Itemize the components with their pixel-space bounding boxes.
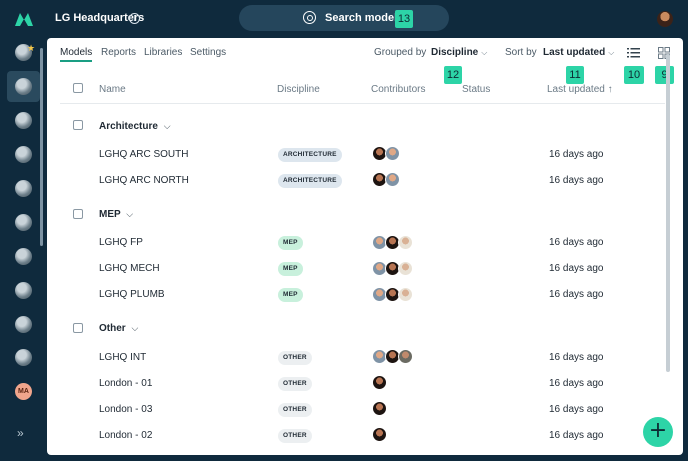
- chevron-down-icon: ⌵: [481, 48, 488, 57]
- model-name[interactable]: London - 03: [99, 404, 152, 415]
- contributor-avatar: [398, 235, 413, 250]
- header-divider: [60, 103, 665, 104]
- grouped-by-badge: 12: [444, 66, 462, 84]
- search-models-label: Search models: [325, 12, 404, 24]
- chevron-down-icon: ⌵: [163, 121, 171, 131]
- contributor-avatar: [385, 146, 400, 161]
- grid-view-badge: 9: [655, 66, 674, 84]
- discipline-tag: ARCHITECTURE: [278, 174, 342, 188]
- group-header-mep[interactable]: MEP ⌵: [99, 209, 133, 220]
- last-updated: 16 days ago: [549, 237, 604, 248]
- column-contributors[interactable]: Contributors: [371, 84, 425, 95]
- top-bar: LG Headquarters i Search models 13: [0, 0, 688, 38]
- discipline-tag: MEP: [278, 236, 303, 250]
- chevron-down-icon: ⌵: [126, 209, 134, 219]
- tab-reports[interactable]: Reports: [101, 47, 136, 58]
- model-name[interactable]: LGHQ MECH: [99, 263, 160, 274]
- discipline-tag: MEP: [278, 262, 303, 276]
- tab-settings[interactable]: Settings: [190, 47, 226, 58]
- contributor-avatar: [398, 287, 413, 302]
- last-updated: 16 days ago: [549, 430, 604, 441]
- rail-project-6[interactable]: [15, 214, 32, 231]
- group-title: Architecture: [99, 121, 158, 132]
- list-view-badge: 10: [624, 66, 644, 84]
- column-last-updated-label: Last updated: [547, 84, 605, 95]
- expand-rail-icon[interactable]: »: [17, 426, 24, 440]
- rail-project-8[interactable]: [15, 282, 32, 299]
- model-name[interactable]: LGHQ PLUMB: [99, 289, 165, 300]
- tab-libraries[interactable]: Libraries: [144, 47, 182, 58]
- user-initials-avatar[interactable]: MA: [15, 383, 32, 400]
- favorite-star-icon: ★: [27, 43, 36, 53]
- rail-scrollbar[interactable]: [40, 48, 43, 246]
- search-models-button[interactable]: Search models: [239, 5, 449, 31]
- column-last-updated[interactable]: Last updated ↑: [547, 84, 613, 95]
- search-icon: [303, 11, 316, 24]
- contributor-avatar: [398, 261, 413, 276]
- contributor-avatar: [372, 375, 387, 390]
- sort-ascending-icon: ↑: [607, 84, 613, 95]
- grouped-by-label: Grouped by: [374, 47, 427, 58]
- group-checkbox-mep[interactable]: [73, 209, 83, 219]
- group-header-other[interactable]: Other ⌵: [99, 323, 138, 334]
- rail-project-9[interactable]: [15, 316, 32, 333]
- chevron-down-icon: ⌵: [608, 48, 615, 57]
- last-updated: 16 days ago: [549, 263, 604, 274]
- column-status[interactable]: Status: [462, 84, 490, 95]
- discipline-tag: OTHER: [278, 403, 312, 417]
- last-updated: 16 days ago: [549, 175, 604, 186]
- project-rail: ★ MA »: [0, 38, 47, 461]
- rail-project-2[interactable]: [15, 78, 32, 95]
- rail-project-5[interactable]: [15, 180, 32, 197]
- list-view-icon[interactable]: [627, 48, 640, 58]
- chevron-down-icon: ⌵: [131, 323, 139, 333]
- contributor-avatar: [372, 427, 387, 442]
- discipline-tag: OTHER: [278, 351, 312, 365]
- group-title: Other: [99, 323, 126, 334]
- model-name[interactable]: London - 02: [99, 430, 152, 441]
- search-badge: 13: [395, 10, 413, 28]
- group-header-architecture[interactable]: Architecture ⌵: [99, 121, 171, 132]
- contributor-avatar: [385, 172, 400, 187]
- model-name[interactable]: LGHQ FP: [99, 237, 143, 248]
- grouped-by-value: Discipline: [431, 47, 479, 58]
- sort-by-value: Last updated: [543, 47, 606, 58]
- rail-project-10[interactable]: [15, 349, 32, 366]
- grouped-by-dropdown[interactable]: Discipline ⌵: [431, 47, 487, 58]
- discipline-tag: OTHER: [278, 429, 312, 443]
- sort-by-dropdown[interactable]: Last updated ⌵: [543, 47, 614, 58]
- sort-by-badge: 11: [566, 66, 584, 84]
- group-checkbox-architecture[interactable]: [73, 120, 83, 130]
- column-discipline[interactable]: Discipline: [277, 84, 320, 95]
- model-name[interactable]: London - 01: [99, 378, 152, 389]
- add-model-button[interactable]: +: [643, 417, 673, 447]
- group-checkbox-other[interactable]: [73, 323, 83, 333]
- group-title: MEP: [99, 209, 121, 220]
- discipline-tag: OTHER: [278, 377, 312, 391]
- last-updated: 16 days ago: [549, 352, 604, 363]
- last-updated: 16 days ago: [549, 289, 604, 300]
- last-updated: 16 days ago: [549, 378, 604, 389]
- model-name[interactable]: LGHQ INT: [99, 352, 146, 363]
- user-avatar[interactable]: [657, 11, 673, 27]
- models-panel: Models Reports Libraries Settings Groupe…: [47, 38, 683, 455]
- last-updated: 16 days ago: [549, 149, 604, 160]
- select-all-checkbox[interactable]: [73, 83, 83, 93]
- info-icon[interactable]: i: [129, 13, 140, 24]
- discipline-tag: MEP: [278, 288, 303, 302]
- discipline-tag: ARCHITECTURE: [278, 148, 342, 162]
- app-logo-icon[interactable]: [14, 10, 34, 28]
- rail-project-4[interactable]: [15, 146, 32, 163]
- rail-project-3[interactable]: [15, 112, 32, 129]
- contributor-avatar: [372, 401, 387, 416]
- sort-by-label: Sort by: [505, 47, 537, 58]
- column-name[interactable]: Name: [99, 84, 126, 95]
- rail-project-7[interactable]: [15, 248, 32, 265]
- contributor-avatar: [398, 349, 413, 364]
- list-scrollbar[interactable]: [666, 54, 670, 372]
- last-updated: 16 days ago: [549, 404, 604, 415]
- model-name[interactable]: LGHQ ARC NORTH: [99, 175, 189, 186]
- model-name[interactable]: LGHQ ARC SOUTH: [99, 149, 188, 160]
- tab-models[interactable]: Models: [60, 47, 93, 62]
